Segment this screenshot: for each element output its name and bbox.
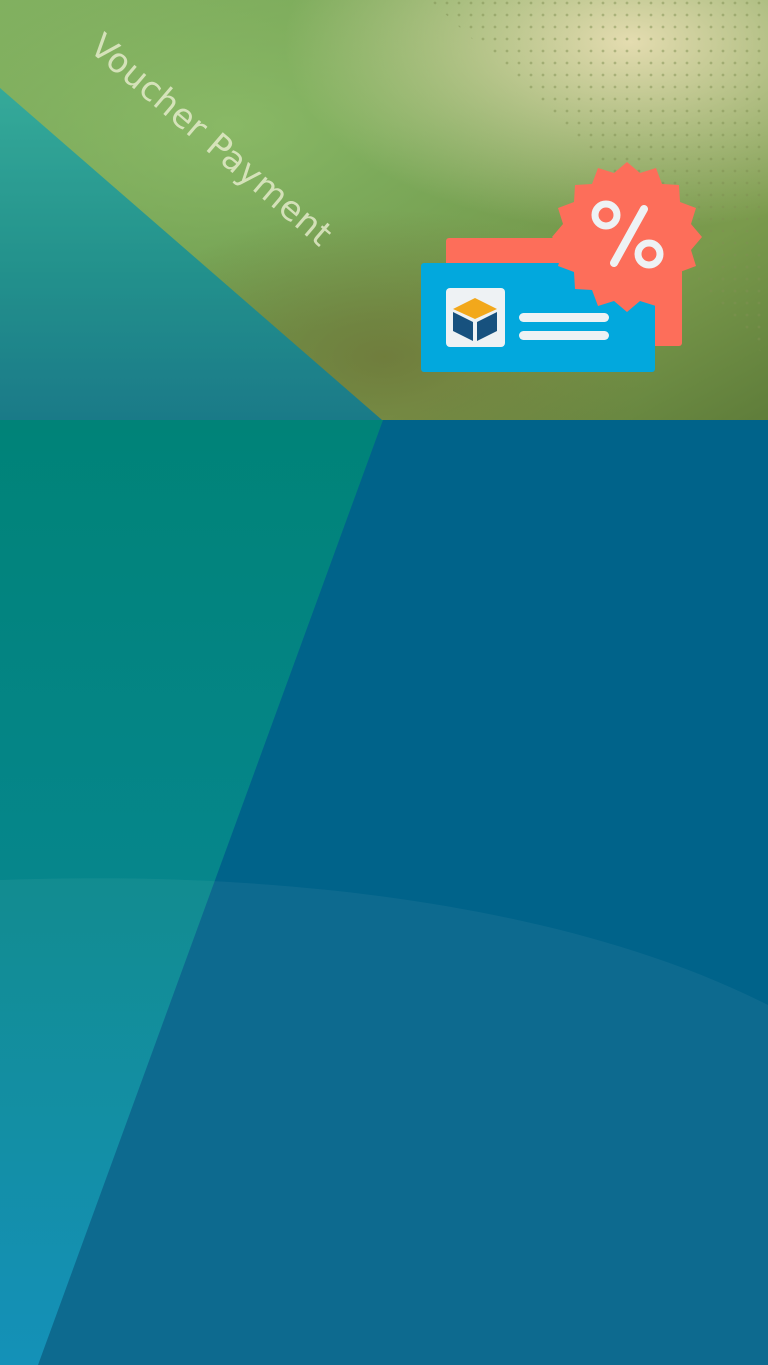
voucher-ticket-icon (421, 162, 702, 372)
header-banner: Voucher Payment (0, 0, 768, 420)
content-background (0, 420, 768, 1365)
box-logo-icon (446, 288, 505, 347)
voucher-payment-screen: Voucher Payment (0, 0, 768, 1365)
